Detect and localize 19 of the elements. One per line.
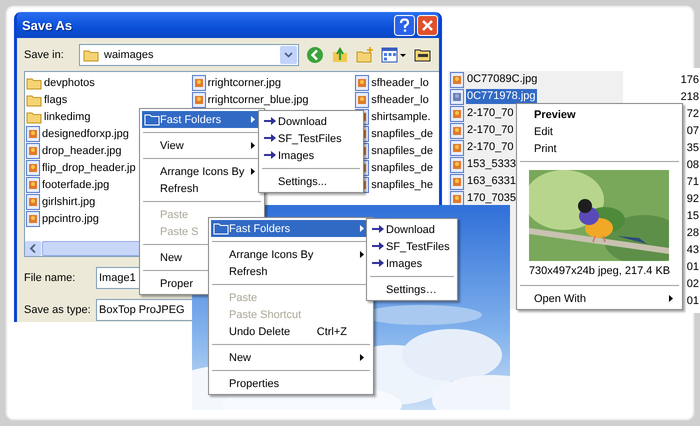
save-in-label: Save in: [24, 49, 65, 61]
file-size: 71 [686, 176, 700, 188]
file-size: 01 [686, 260, 700, 272]
file-size: 92 [686, 192, 700, 204]
image-caption: 730x497x24b jpeg, 217.4 KB [528, 264, 672, 279]
file-size: 35 [686, 142, 700, 154]
file-size: 15 [686, 210, 700, 222]
file-size: 02 [686, 278, 700, 290]
file-size: 08 [686, 158, 700, 170]
file-size: 28 [686, 226, 700, 238]
file-size: 176 [680, 74, 700, 86]
window-title: Save As [22, 18, 74, 32]
file-size: 43 [686, 244, 700, 256]
save-as-type-label: Save as type: [24, 304, 92, 316]
file-size: 07 [686, 124, 700, 136]
file-size: 218 [680, 90, 700, 102]
file-size: 72 [686, 108, 700, 120]
file-name-label: File name: [24, 272, 76, 284]
file-size: 01 [686, 294, 700, 306]
